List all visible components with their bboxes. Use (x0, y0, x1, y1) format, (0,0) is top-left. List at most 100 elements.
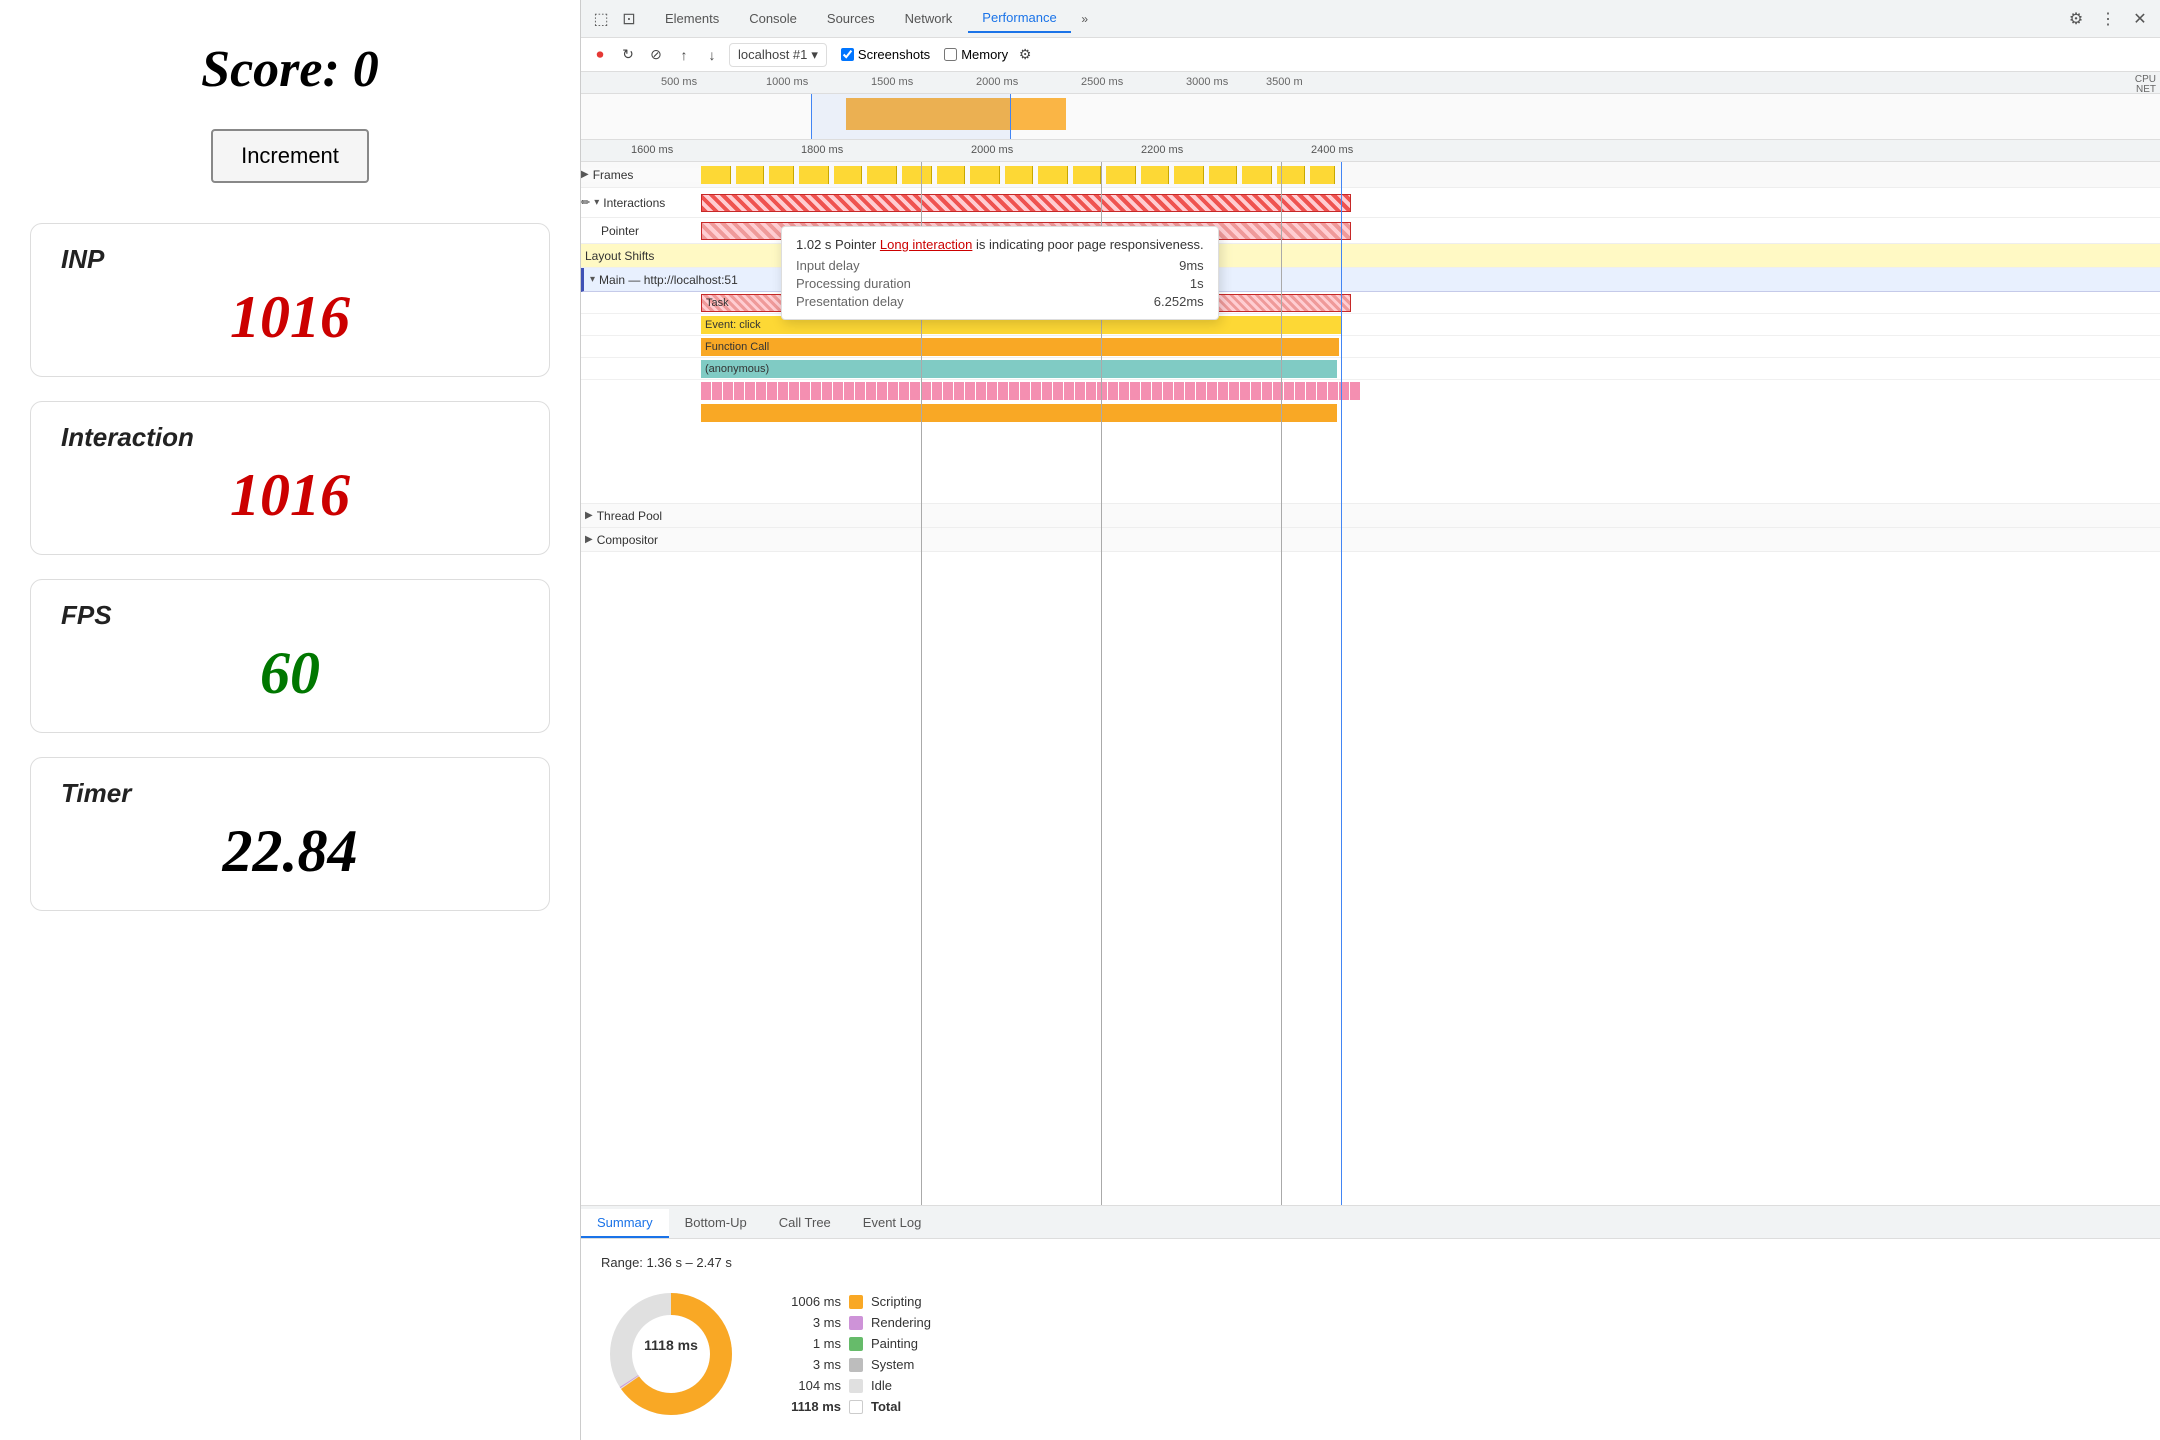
legend-swatch (849, 1358, 863, 1372)
close-devtools-icon[interactable]: ✕ (2128, 7, 2152, 31)
tab-summary[interactable]: Summary (581, 1209, 669, 1238)
reload-record-button[interactable]: ↻ (617, 44, 639, 66)
pink-block (855, 382, 865, 400)
frame-block (937, 166, 965, 184)
metric-value: 1016 (61, 461, 519, 530)
screenshots-checkbox[interactable] (841, 48, 854, 61)
frame-block (1310, 166, 1335, 184)
tooltip-presentation-label: Presentation delay (796, 294, 904, 309)
gold-bar-row (581, 402, 2160, 424)
tooltip-processing-label: Processing duration (796, 276, 911, 291)
pink-block (976, 382, 986, 400)
inspect-icon[interactable]: ⬚ (589, 7, 613, 31)
metric-value: 60 (61, 639, 519, 708)
upload-button[interactable]: ↑ (673, 44, 695, 66)
pink-block (1196, 382, 1206, 400)
pink-block (1207, 382, 1217, 400)
task-label: Task (706, 297, 729, 309)
pink-block (1251, 382, 1261, 400)
tooltip-suffix: is indicating poor page responsiveness. (976, 237, 1204, 252)
flame-tick-2000: 2000 ms (971, 144, 1013, 156)
clear-button[interactable]: ⊘ (645, 44, 667, 66)
donut-chart: 1118 ms (601, 1284, 741, 1424)
pink-block (1031, 382, 1041, 400)
tab-bottom-up[interactable]: Bottom-Up (669, 1209, 763, 1238)
tab-event-log[interactable]: Event Log (847, 1209, 938, 1238)
url-dropdown-icon: ▾ (811, 47, 818, 63)
pink-block (844, 382, 854, 400)
ruler-tick-500: 500 ms (661, 76, 697, 88)
legend-label: Idle (871, 1378, 892, 1393)
interactions-expand-arrow[interactable]: ▾ (594, 197, 599, 208)
metric-card-timer: Timer 22.84 (30, 757, 550, 911)
flame-tick-2400: 2400 ms (1311, 144, 1353, 156)
pink-block (1020, 382, 1030, 400)
capture-settings-icon[interactable]: ⚙ (1014, 44, 1036, 66)
legend-swatch (849, 1337, 863, 1351)
range-text: Range: 1.36 s – 2.47 s (601, 1255, 2140, 1270)
pink-block (778, 382, 788, 400)
more-tabs-icon[interactable]: » (1073, 7, 1097, 31)
pink-block (877, 382, 887, 400)
anonymous-block: (anonymous) (701, 360, 1337, 378)
metric-card-fps: FPS 60 (30, 579, 550, 733)
devtools-panel: ⬚ ⊡ Elements Console Sources Network Per… (580, 0, 2160, 1440)
tooltip-link[interactable]: Long interaction (880, 237, 973, 252)
frames-label: Frames (593, 168, 634, 182)
pink-block (734, 382, 744, 400)
frame-block (1174, 166, 1204, 184)
pointer-interaction-bar[interactable] (701, 194, 1351, 212)
record-button[interactable]: ⏺ (589, 44, 611, 66)
tab-network[interactable]: Network (891, 5, 967, 32)
url-selector[interactable]: localhost #1 ▾ (729, 43, 827, 67)
legend-swatch (849, 1295, 863, 1309)
compositor-row: ▶ Compositor (581, 528, 2160, 552)
pink-block (1097, 382, 1107, 400)
more-options-icon[interactable]: ⋮ (2096, 7, 2120, 31)
settings-icon[interactable]: ⚙ (2064, 7, 2088, 31)
frame-block (1242, 166, 1272, 184)
pink-block (789, 382, 799, 400)
pink-block (745, 382, 755, 400)
memory-checkbox-group: Memory (944, 47, 1008, 62)
function-call-block: Function Call (701, 338, 1339, 356)
compositor-expand-arrow[interactable]: ▶ (585, 534, 593, 545)
device-toolbar-icon[interactable]: ⊡ (617, 7, 641, 31)
frames-expand-arrow[interactable]: ▶ (581, 169, 589, 180)
pointer-label: Pointer (601, 224, 639, 238)
tab-sources[interactable]: Sources (813, 5, 889, 32)
pink-block (701, 382, 711, 400)
main-expand-arrow[interactable]: ▾ (590, 274, 595, 285)
increment-button[interactable]: Increment (211, 129, 369, 183)
legend-row-idle: 104 ms Idle (781, 1378, 931, 1393)
tab-performance[interactable]: Performance (968, 4, 1070, 33)
metric-card-interaction: Interaction 1016 (30, 401, 550, 555)
summary-panel: Range: 1.36 s – 2.47 s 1118 ms (581, 1239, 2160, 1440)
legend-ms: 1 ms (781, 1336, 841, 1351)
main-thread-label: Main — http://localhost:51 (599, 273, 738, 287)
download-button[interactable]: ↓ (701, 44, 723, 66)
legend-row-total: 1118 ms Total (781, 1399, 931, 1414)
legend-swatch (849, 1400, 863, 1414)
pink-block (800, 382, 810, 400)
pink-block (888, 382, 898, 400)
frame-block (1141, 166, 1169, 184)
memory-checkbox[interactable] (944, 48, 957, 61)
frame-block (799, 166, 829, 184)
tab-call-tree[interactable]: Call Tree (763, 1209, 847, 1238)
timeline-overview[interactable]: 500 ms 1000 ms 1500 ms 2000 ms 2500 ms 3… (581, 72, 2160, 140)
thread-pool-label: Thread Pool (597, 509, 662, 523)
thread-pool-expand-arrow[interactable]: ▶ (585, 510, 593, 521)
bottom-tabs: Summary Bottom-Up Call Tree Event Log (581, 1205, 2160, 1239)
tab-console[interactable]: Console (735, 5, 811, 32)
flame-chart[interactable]: 1600 ms 1800 ms 2000 ms 2200 ms 2400 ms … (581, 140, 2160, 1205)
pink-block (1064, 382, 1074, 400)
function-call-row: Function Call (581, 336, 2160, 358)
pink-block (954, 382, 964, 400)
tooltip-input-delay-value: 9ms (1179, 258, 1204, 273)
score-title: Score: 0 (30, 40, 550, 99)
tab-elements[interactable]: Elements (651, 5, 733, 32)
pink-block (712, 382, 722, 400)
vertical-line-blue (1341, 140, 1342, 1205)
pink-block (1086, 382, 1096, 400)
